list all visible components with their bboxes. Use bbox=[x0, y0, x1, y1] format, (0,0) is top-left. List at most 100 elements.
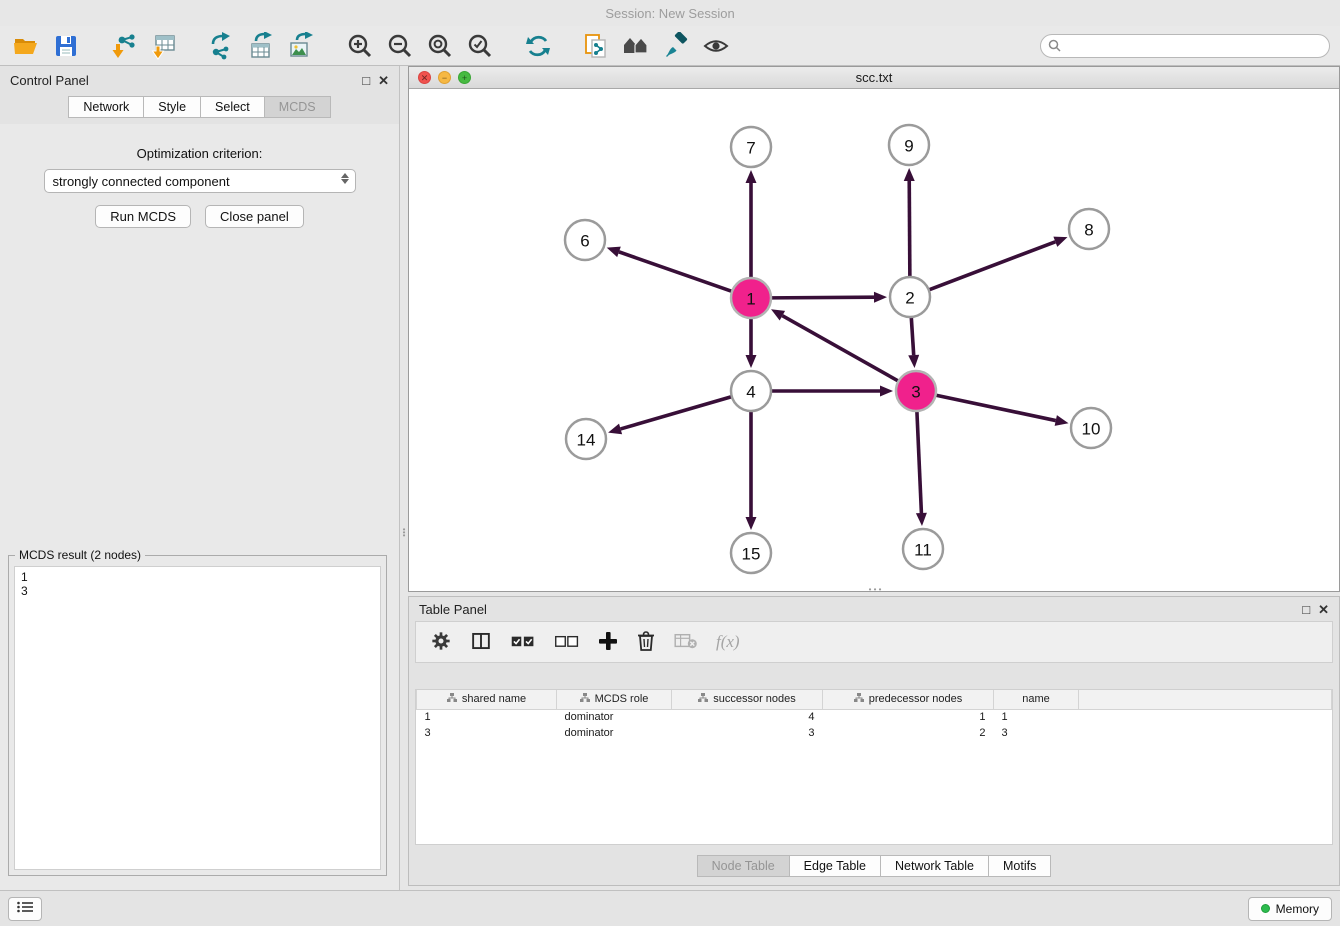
graph-edge-3-1[interactable] bbox=[782, 316, 898, 382]
zoom-fit-icon bbox=[426, 32, 454, 60]
graph-edge-arrow bbox=[916, 513, 927, 526]
network-overview-button[interactable] bbox=[620, 30, 652, 62]
graph-node-label-14: 14 bbox=[577, 431, 596, 450]
graph-edge-arrow bbox=[746, 355, 757, 368]
optimization-label: Optimization criterion: bbox=[0, 146, 399, 161]
select-all-checks-button[interactable] bbox=[510, 633, 536, 652]
close-table-panel-icon[interactable]: ✕ bbox=[1318, 603, 1329, 616]
delete-table-button[interactable] bbox=[674, 632, 698, 653]
table-cell[interactable]: 1 bbox=[994, 709, 1079, 725]
graph-edge-1-6[interactable] bbox=[619, 252, 732, 292]
horizontal-splitter-handle[interactable]: • • • bbox=[862, 588, 888, 594]
column-header-shared-name[interactable]: shared name bbox=[417, 690, 557, 709]
import-network-icon bbox=[110, 32, 138, 60]
graph-node-label-6: 6 bbox=[580, 232, 589, 251]
graph-node-label-15: 15 bbox=[742, 545, 761, 564]
tab-mcds[interactable]: MCDS bbox=[264, 96, 331, 118]
close-panel-icon[interactable]: ✕ bbox=[378, 74, 389, 87]
save-session-button[interactable] bbox=[50, 30, 82, 62]
tab-style[interactable]: Style bbox=[143, 96, 201, 118]
memory-button[interactable]: Memory bbox=[1248, 897, 1332, 921]
zoom-in-button[interactable] bbox=[344, 30, 376, 62]
export-table-button[interactable] bbox=[246, 30, 278, 62]
column-sort-icon bbox=[447, 693, 457, 706]
column-header-mcds-role[interactable]: MCDS role bbox=[557, 690, 672, 709]
table-cell[interactable]: 3 bbox=[994, 725, 1079, 741]
export-network-button[interactable] bbox=[206, 30, 238, 62]
tab-node-table[interactable]: Node Table bbox=[697, 855, 790, 877]
graph-edge-arrow bbox=[608, 424, 622, 435]
table-cell[interactable]: 3 bbox=[417, 725, 557, 741]
float-panel-icon[interactable]: □ bbox=[362, 74, 370, 87]
table-cell[interactable]: 2 bbox=[823, 725, 994, 741]
close-window-icon[interactable]: ✕ bbox=[418, 71, 431, 84]
graph-edge-arrow bbox=[746, 170, 757, 183]
refresh-layout-button[interactable] bbox=[522, 30, 554, 62]
import-network-button[interactable] bbox=[108, 30, 140, 62]
show-panels-button[interactable] bbox=[8, 897, 42, 921]
deselect-all-checks-button[interactable] bbox=[554, 633, 580, 652]
graph-edge-1-2[interactable] bbox=[771, 297, 874, 298]
vertical-splitter-handle[interactable]: ••• bbox=[401, 528, 407, 554]
network-graph[interactable]: 7968124314101511 bbox=[409, 89, 1339, 591]
apply-style-button[interactable] bbox=[660, 30, 692, 62]
network-window-titlebar[interactable]: scc.txt ✕ − + bbox=[409, 67, 1339, 89]
table-settings-button[interactable] bbox=[430, 630, 452, 655]
export-image-button[interactable] bbox=[286, 30, 318, 62]
window-title: Session: New Session bbox=[605, 6, 734, 21]
column-header-predecessor-nodes[interactable]: predecessor nodes bbox=[823, 690, 994, 709]
node-table: shared name MCDS role successor nodes pr… bbox=[415, 689, 1333, 845]
network-canvas[interactable]: 7968124314101511 bbox=[409, 89, 1339, 591]
toggle-visibility-button[interactable] bbox=[700, 30, 732, 62]
tab-edge-table[interactable]: Edge Table bbox=[789, 855, 881, 877]
import-group bbox=[108, 30, 180, 62]
split-columns-icon bbox=[470, 630, 492, 655]
split-columns-button[interactable] bbox=[470, 630, 492, 655]
mcds-result-title: MCDS result (2 nodes) bbox=[15, 548, 145, 562]
minimize-window-icon[interactable]: − bbox=[438, 71, 451, 84]
graph-edge-arrow bbox=[607, 247, 621, 257]
import-table-button[interactable] bbox=[148, 30, 180, 62]
list-icon bbox=[17, 901, 33, 916]
table-row[interactable]: 3dominator323 bbox=[417, 725, 1332, 741]
tab-network-table[interactable]: Network Table bbox=[880, 855, 989, 877]
open-folder-icon bbox=[12, 32, 40, 60]
graph-edge-2-9[interactable] bbox=[909, 181, 910, 277]
table-row[interactable]: 1dominator411 bbox=[417, 709, 1332, 725]
graph-edge-3-11[interactable] bbox=[917, 411, 922, 513]
zoom-selected-button[interactable] bbox=[464, 30, 496, 62]
mcds-result-text[interactable]: 1 3 bbox=[14, 566, 381, 870]
column-header-name[interactable]: name bbox=[994, 690, 1079, 709]
graph-edge-3-10[interactable] bbox=[936, 395, 1056, 420]
delete-row-button[interactable] bbox=[636, 630, 656, 655]
table-cell[interactable]: 1 bbox=[823, 709, 994, 725]
table-cell[interactable]: 3 bbox=[672, 725, 823, 741]
zoom-out-button[interactable] bbox=[384, 30, 416, 62]
optimization-select[interactable]: strongly connected component bbox=[44, 169, 356, 193]
copy-network-button[interactable] bbox=[580, 30, 612, 62]
float-table-panel-icon[interactable]: □ bbox=[1302, 603, 1310, 616]
tab-motifs[interactable]: Motifs bbox=[988, 855, 1051, 877]
column-header-successor-nodes[interactable]: successor nodes bbox=[672, 690, 823, 709]
apply-function-button[interactable]: f(x) bbox=[716, 632, 740, 652]
tab-network[interactable]: Network bbox=[68, 96, 144, 118]
zoom-window-icon[interactable]: + bbox=[458, 71, 471, 84]
graph-edge-2-3[interactable] bbox=[911, 317, 913, 355]
open-folder-button[interactable] bbox=[10, 30, 42, 62]
tab-select[interactable]: Select bbox=[200, 96, 265, 118]
table-cell[interactable]: 1 bbox=[417, 709, 557, 725]
select-updown-icon bbox=[341, 173, 349, 184]
table-cell[interactable]: dominator bbox=[557, 725, 672, 741]
close-panel-button[interactable]: Close panel bbox=[205, 205, 304, 228]
search-input[interactable] bbox=[1040, 34, 1330, 58]
zoom-fit-button[interactable] bbox=[424, 30, 456, 62]
graph-edge-4-14[interactable] bbox=[621, 397, 732, 429]
graph-edge-2-8[interactable] bbox=[929, 242, 1056, 290]
memory-label: Memory bbox=[1276, 902, 1319, 916]
table-cell[interactable]: dominator bbox=[557, 709, 672, 725]
graph-node-label-8: 8 bbox=[1084, 221, 1093, 240]
run-mcds-button[interactable]: Run MCDS bbox=[95, 205, 191, 228]
add-row-button[interactable] bbox=[598, 631, 618, 654]
table-cell[interactable]: 4 bbox=[672, 709, 823, 725]
window-titlebar: Session: New Session bbox=[0, 0, 1340, 26]
